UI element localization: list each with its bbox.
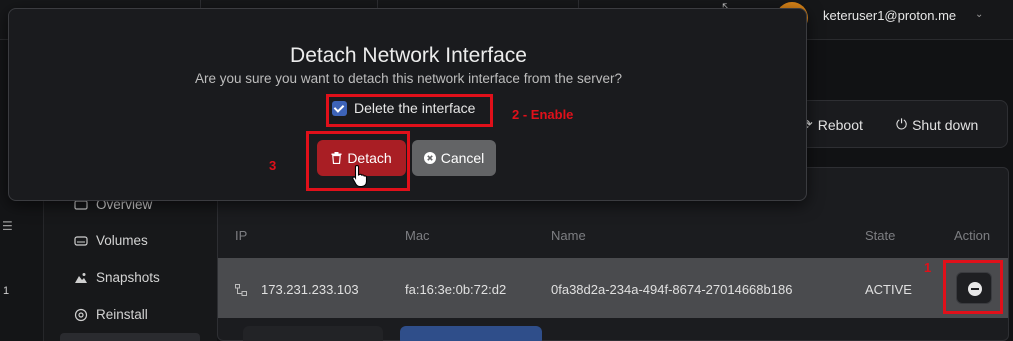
annotation-step-1: 1: [924, 260, 932, 275]
column-header-action: Action: [954, 228, 991, 243]
power-icon: ⏻: [896, 116, 908, 132]
close-circle-icon: [423, 152, 436, 164]
cancel-label: Cancel: [440, 150, 485, 166]
shutdown-label: Shut down: [912, 116, 979, 133]
annotation-box-action: [943, 260, 1003, 314]
sidebar-item-active[interactable]: [60, 333, 200, 341]
cell-state: ACTIVE: [865, 282, 912, 297]
reboot-label: Reboot: [817, 116, 863, 133]
cell-name: 0fa38d2a-234a-494f-8674-27014668b186: [551, 282, 793, 297]
annotation-step-3: 3: [269, 158, 277, 173]
column-header-ip: IP: [235, 228, 248, 243]
cell-mac: fa:16:3e:0b:72:d2: [405, 282, 507, 297]
user-email[interactable]: keteruser1@proton.me: [823, 8, 956, 23]
rail-number: 1: [3, 285, 10, 297]
column-header-name: Name: [551, 228, 586, 243]
column-header-mac: Mac: [405, 228, 430, 243]
sidebar-item-label: Volumes: [96, 233, 148, 248]
snapshot-icon: [75, 272, 87, 283]
dialog-subtitle: Are you sure you want to detach this net…: [195, 71, 622, 86]
menu-icon[interactable]: ☰: [2, 219, 13, 233]
volume-icon: [74, 235, 88, 246]
annotation-box-checkbox: [326, 94, 493, 127]
cell-ip: 173.231.233.103: [261, 282, 359, 297]
server-action-bar: ⟳ Reboot ⏻ Shut down: [780, 100, 1008, 148]
sidebar-item-label: Reinstall: [96, 307, 148, 322]
annotation-step-2: 2 - Enable: [512, 107, 574, 122]
sidebar-item-volumes[interactable]: Volumes: [74, 233, 148, 248]
annotation-box-detach: [306, 131, 410, 191]
panel-footer-button[interactable]: [243, 326, 383, 341]
sidebar-item-snapshots[interactable]: Snapshots: [74, 270, 160, 285]
shutdown-button[interactable]: ⏻ Shut down: [896, 116, 978, 133]
panel-footer-primary-button[interactable]: [400, 326, 542, 341]
cancel-button[interactable]: Cancel: [412, 140, 496, 176]
reinstall-icon: [74, 308, 88, 321]
network-icon: [235, 284, 247, 296]
sidebar-item-reinstall[interactable]: Reinstall: [74, 307, 148, 322]
chevron-down-icon[interactable]: ⌄: [975, 9, 983, 20]
column-header-state: State: [865, 228, 896, 243]
reboot-button[interactable]: ⟳ Reboot: [801, 116, 863, 133]
sidebar-item-label: Snapshots: [96, 270, 160, 285]
dialog-title: Detach Network Interface: [290, 44, 527, 67]
